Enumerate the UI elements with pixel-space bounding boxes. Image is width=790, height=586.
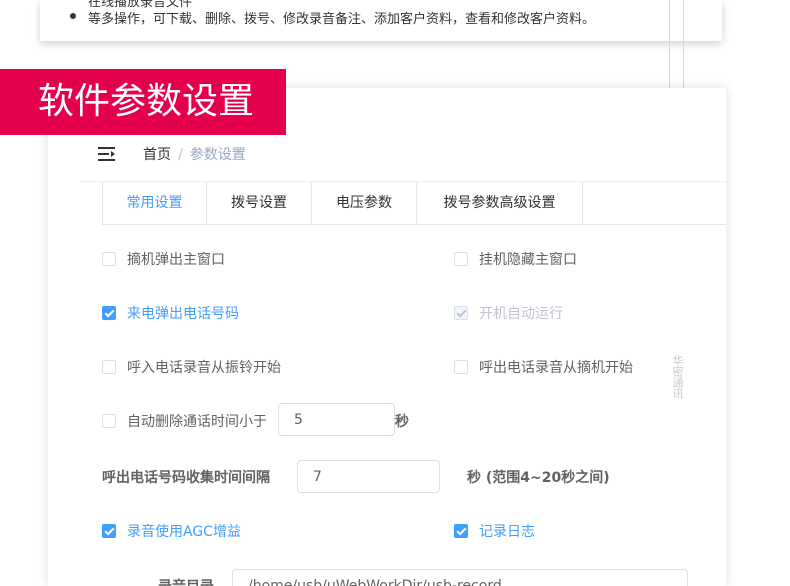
record-dir-input[interactable]	[232, 569, 688, 586]
checkbox[interactable]	[454, 360, 468, 374]
checkbox[interactable]	[102, 414, 116, 428]
doc-card: 在线播放录音文件 等多操作，可下载、删除、拨号、修改录音备注、添加客户资料，查看…	[40, 0, 722, 41]
option-label: 摘机弹出主窗口	[127, 252, 225, 268]
option-hangup-hide-main[interactable]: 挂机隐藏主窗口	[454, 249, 577, 269]
checkbox[interactable]	[102, 252, 116, 266]
option-label: 挂机隐藏主窗口	[479, 252, 577, 268]
section-title-banner: 软件参数设置	[0, 69, 286, 135]
option-auto-delete-short-calls[interactable]: 自动删除通话时间小于	[102, 411, 267, 431]
checkbox-checked[interactable]	[102, 524, 116, 538]
tabs-divider	[102, 224, 726, 225]
tab-common-settings[interactable]: 常用设置	[102, 182, 207, 225]
option-label: 自动删除通话时间小于	[127, 414, 267, 430]
option-label: 录音使用AGC增益	[127, 524, 241, 540]
checkbox-checked[interactable]	[454, 524, 468, 538]
option-label: 呼入电话录音从振铃开始	[127, 360, 281, 376]
option-outgoing-record-from-pickup[interactable]: 呼出电话录音从摘机开始	[454, 357, 633, 377]
checkbox[interactable]	[454, 252, 468, 266]
checkbox-checked[interactable]	[102, 306, 116, 320]
checkbox-disabled-checked	[454, 306, 468, 320]
tab-voltage-params[interactable]: 电压参数	[312, 182, 417, 225]
option-autostart-on-boot: 开机自动运行	[454, 303, 563, 323]
option-incoming-record-from-ring[interactable]: 呼入电话录音从振铃开始	[102, 357, 281, 377]
checkbox[interactable]	[102, 360, 116, 374]
option-label: 记录日志	[479, 524, 535, 540]
breadcrumb-separator: /	[178, 147, 183, 163]
breadcrumb-home[interactable]: 首页	[143, 147, 171, 163]
option-write-log[interactable]: 记录日志	[454, 521, 535, 541]
record-dir-label: 录音目录	[158, 576, 214, 586]
option-label: 开机自动运行	[479, 306, 563, 322]
breadcrumb: 首页 / 参数设置	[143, 144, 246, 164]
option-label: 来电弹出电话号码	[127, 306, 239, 322]
option-label: 呼出电话录音从摘机开始	[479, 360, 633, 376]
auto-delete-seconds-input[interactable]	[278, 403, 395, 436]
bullet-dot	[70, 13, 76, 19]
collect-interval-unit: 秒 (范围4~20秒之间)	[467, 470, 610, 486]
menu-fold-icon[interactable]	[98, 146, 118, 162]
option-pickup-popup-main[interactable]: 摘机弹出主窗口	[102, 249, 225, 269]
option-record-agc-gain[interactable]: 录音使用AGC增益	[102, 521, 241, 541]
doc-bullet-text: 等多操作，可下载、删除、拨号、修改录音备注、添加客户资料，查看和修改客户资料。	[88, 12, 596, 27]
tab-dial-settings[interactable]: 拨号设置	[207, 182, 312, 225]
auto-delete-unit: 秒	[395, 414, 409, 430]
app-header: 首页 / 参数设置	[80, 135, 726, 182]
settings-tabs: 常用设置 拨号设置 电压参数 拨号参数高级设置	[102, 182, 583, 225]
collect-interval-input[interactable]	[297, 460, 440, 493]
breadcrumb-current: 参数设置	[189, 147, 246, 163]
collect-interval-label: 呼出电话号码收集时间间隔	[102, 470, 270, 486]
tab-advanced-dial-params[interactable]: 拨号参数高级设置	[417, 182, 583, 225]
watermark-text: 华密通讯	[671, 355, 684, 399]
option-incoming-popup-number[interactable]: 来电弹出电话号码	[102, 303, 239, 323]
